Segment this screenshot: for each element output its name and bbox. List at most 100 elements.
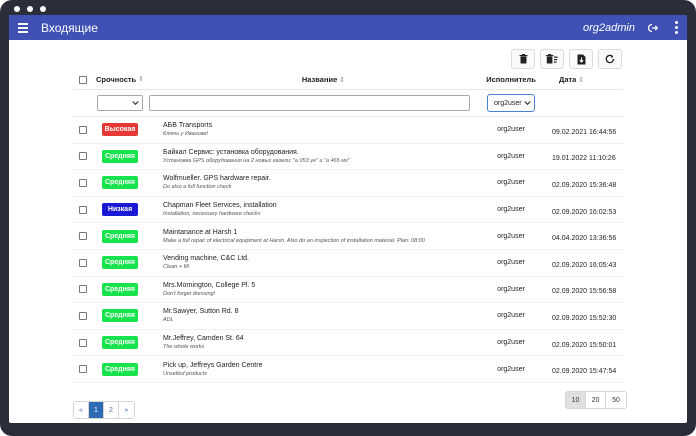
task-title[interactable]: Maintanance at Harsh 1 xyxy=(163,228,484,237)
refresh-button[interactable] xyxy=(598,49,622,69)
table-row[interactable]: Средняя Wolfmueller. GPS hardware repair.… xyxy=(73,170,623,197)
task-title[interactable]: Wolfmueller. GPS hardware repair. xyxy=(163,174,484,183)
task-title[interactable]: Байкал Сервис: установка оборудования. xyxy=(163,148,484,157)
file-download-icon xyxy=(577,54,585,64)
task-title[interactable]: Mr.Jeffrey, Camden St. 64 xyxy=(163,334,484,343)
page-size-10[interactable]: 10 xyxy=(566,392,586,408)
task-title[interactable]: Chapman Fleet Services, installation xyxy=(163,201,484,210)
chevron-down-icon xyxy=(132,101,139,106)
sort-icon: ⇕ xyxy=(339,77,346,84)
column-priority[interactable]: Срочность ⇕ xyxy=(92,75,148,84)
chevron-down-icon xyxy=(524,101,531,106)
task-subtitle: Unselled products xyxy=(163,370,208,377)
current-user: org2admin xyxy=(583,21,635,34)
page-size-50[interactable]: 50 xyxy=(606,392,626,408)
row-checkbox[interactable] xyxy=(78,338,87,347)
task-executor: org2user xyxy=(497,259,525,267)
column-executor[interactable]: Исполнитель xyxy=(484,75,538,84)
table-row[interactable]: Средняя Maintanance at Harsh 1 Make a full… xyxy=(73,223,623,250)
task-title[interactable]: Pick up, Jeffreys Garden Centre xyxy=(163,361,484,370)
action-toolbar xyxy=(511,49,622,69)
pagination-page-2[interactable]: 2 xyxy=(104,402,119,418)
select-all-checkbox[interactable] xyxy=(78,75,87,84)
table-header: Срочность ⇕ Название ⇕ Исполнитель Дата ⇕ xyxy=(73,70,623,90)
column-date-label: Дата xyxy=(559,75,577,84)
row-checkbox[interactable] xyxy=(78,365,87,374)
delete-button[interactable] xyxy=(511,49,535,69)
task-subtitle: Don't forget dressing! xyxy=(163,290,216,297)
pagination-page-1[interactable]: 1 xyxy=(89,402,104,418)
table-row[interactable]: Средняя Pick up, Jeffreys Garden Centre Un… xyxy=(73,356,623,383)
row-checkbox[interactable] xyxy=(78,178,87,187)
priority-badge: Низкая xyxy=(102,203,138,217)
priority-filter-select[interactable] xyxy=(97,95,143,111)
row-checkbox[interactable] xyxy=(78,205,87,214)
pagination: « 1 2 » xyxy=(73,401,135,419)
page-size-20[interactable]: 20 xyxy=(586,392,606,408)
row-checkbox[interactable] xyxy=(78,232,87,241)
task-date: 02.09.2020 15:47:54 xyxy=(552,368,617,376)
task-subtitle: Installation, necessary hardware checks xyxy=(163,211,261,218)
priority-badge: Средняя xyxy=(102,149,138,163)
task-title[interactable]: Mr.Sawyer, Sutton Rd. 8 xyxy=(163,307,484,316)
table-row[interactable]: Средняя Mr.Sawyer, Sutton Rd. 8 ADL org2use… xyxy=(73,303,623,330)
task-subtitle: Make a full repair of electrical equipme… xyxy=(163,237,425,244)
task-executor: org2user xyxy=(497,232,525,240)
priority-badge: Средняя xyxy=(102,336,138,350)
executor-filter-value: org2user xyxy=(494,99,522,107)
page-size-selector: 10 20 50 xyxy=(565,391,627,409)
priority-badge: Высокая xyxy=(102,123,138,137)
column-executor-label: Исполнитель xyxy=(486,75,536,84)
task-title[interactable]: АБВ Transports xyxy=(163,121,484,130)
pagination-prev[interactable]: « xyxy=(74,402,89,418)
menu-icon[interactable] xyxy=(18,21,32,35)
priority-badge: Средняя xyxy=(102,309,138,323)
tasks-table: Срочность ⇕ Название ⇕ Исполнитель Дата ⇕ xyxy=(73,70,623,383)
window-dots xyxy=(14,6,46,12)
row-checkbox[interactable] xyxy=(78,152,87,161)
filter-row: org2user xyxy=(73,90,623,117)
task-executor: org2user xyxy=(497,179,525,187)
task-title[interactable]: Vending machine, C&C Ltd. xyxy=(163,254,484,263)
column-date[interactable]: Дата ⇕ xyxy=(538,75,623,84)
pagination-next[interactable]: » xyxy=(119,402,134,418)
trash-icon xyxy=(519,54,527,64)
table-row[interactable]: Высокая АБВ Transports Ключи у Иванова! org… xyxy=(73,117,623,144)
page-title: Входящие xyxy=(41,20,98,35)
more-vertical-icon[interactable] xyxy=(673,21,679,34)
row-checkbox[interactable] xyxy=(78,258,87,267)
task-subtitle: Установка GPS оборудования на 2 новых га… xyxy=(163,157,350,164)
window-dot xyxy=(14,6,20,12)
column-name[interactable]: Название ⇕ xyxy=(148,75,484,84)
table-row[interactable]: Средняя Mrs.Mornington, College Pl. 5 Don'… xyxy=(73,277,623,304)
logout-icon[interactable] xyxy=(647,22,659,34)
task-subtitle: Clean + fill xyxy=(163,264,189,271)
executor-filter-select[interactable]: org2user xyxy=(487,94,535,112)
task-date: 02.09.2020 16:02:53 xyxy=(552,208,617,216)
priority-badge: Средняя xyxy=(102,282,138,296)
row-checkbox[interactable] xyxy=(78,311,87,320)
task-executor: org2user xyxy=(497,126,525,134)
row-checkbox[interactable] xyxy=(78,285,87,294)
task-date: 02.09.2020 15:56:58 xyxy=(552,288,617,296)
column-priority-label: Срочность xyxy=(95,75,137,84)
priority-badge: Средняя xyxy=(102,229,138,243)
table-row[interactable]: Средняя Mr.Jeffrey, Camden St. 64 The whol… xyxy=(73,330,623,357)
task-date: 09.02.2021 16:44:56 xyxy=(552,128,617,136)
task-date: 02.09.2020 15:52:30 xyxy=(552,314,617,322)
row-checkbox[interactable] xyxy=(78,125,87,134)
table-row[interactable]: Средняя Vending machine, C&C Ltd. Clean + … xyxy=(73,250,623,277)
delete-many-button[interactable] xyxy=(540,49,564,69)
task-date: 02.09.2020 15:36:48 xyxy=(552,181,617,189)
task-executor: org2user xyxy=(497,365,525,373)
name-filter-input[interactable] xyxy=(149,95,470,111)
task-date: 19.01.2022 11:10:26 xyxy=(552,155,616,163)
table-row[interactable]: Низкая Chapman Fleet Services, installati… xyxy=(73,197,623,224)
export-button[interactable] xyxy=(569,49,593,69)
priority-badge: Средняя xyxy=(102,256,138,270)
app-window: Входящие org2admin Срочность ⇕ Название … xyxy=(9,15,687,423)
table-row[interactable]: Средняя Байкал Сервис: установка оборудов… xyxy=(73,144,623,171)
sort-icon: ⇕ xyxy=(578,77,585,84)
task-title[interactable]: Mrs.Mornington, College Pl. 5 xyxy=(163,281,484,290)
window-dot xyxy=(27,6,33,12)
